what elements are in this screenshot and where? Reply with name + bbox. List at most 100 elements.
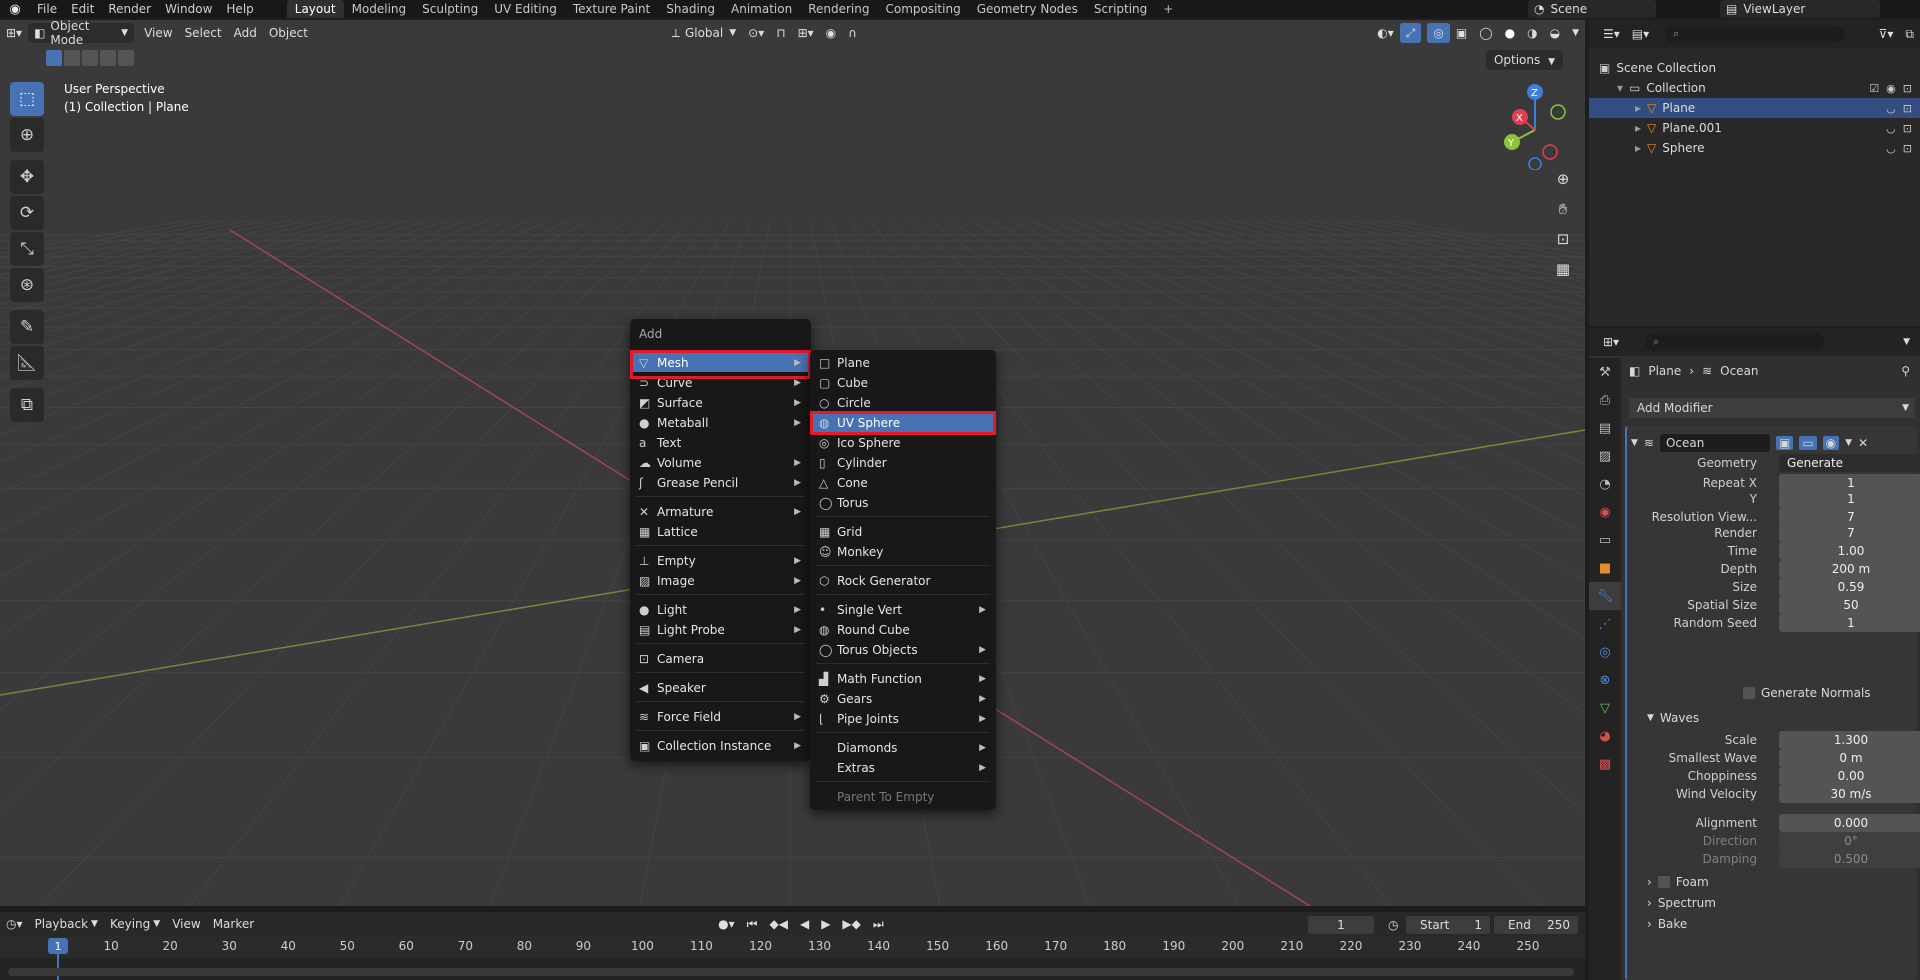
- snap-target-icon[interactable]: ⊞▾: [792, 23, 820, 43]
- property-field[interactable]: Generate: [1779, 454, 1920, 472]
- add-menu-item-text[interactable]: a Text: [632, 433, 809, 452]
- tab-texture-paint[interactable]: Texture Paint: [565, 0, 658, 18]
- shading-rendered-icon[interactable]: ◒: [1544, 23, 1566, 43]
- add-menu-item-armature[interactable]: ✕ Armature ▶: [632, 502, 809, 521]
- mesh-menu-item-math-function[interactable]: ▟ Math Function ▶: [812, 669, 994, 688]
- current-frame-badge[interactable]: 1: [48, 938, 68, 954]
- section-header-bake[interactable]: › Bake: [1647, 917, 1687, 931]
- collapse-chevron-icon[interactable]: ▼: [1631, 438, 1638, 448]
- tab-scripting[interactable]: Scripting: [1086, 0, 1155, 18]
- checkbox-icon[interactable]: ☑: [1869, 82, 1879, 95]
- property-field[interactable]: 0.00: [1779, 767, 1920, 785]
- jump-next-keyframe-icon[interactable]: ▶◆: [836, 914, 866, 934]
- menu-file[interactable]: File: [30, 0, 64, 18]
- add-modifier-button[interactable]: Add Modifier ▼: [1629, 398, 1915, 418]
- material-tab-icon[interactable]: ◕: [1589, 722, 1621, 750]
- add-menu-item-light[interactable]: ● Light ▶: [632, 600, 809, 619]
- outliner-editor-type-icon[interactable]: ☰▾: [1597, 24, 1626, 44]
- data-tab-icon[interactable]: ▽: [1589, 694, 1621, 722]
- properties-editor-type-icon[interactable]: ⊞▾: [1597, 332, 1625, 352]
- view-layer-tab-icon[interactable]: ▨: [1589, 442, 1621, 470]
- falloff-icon[interactable]: ∩: [842, 23, 863, 43]
- outliner-row[interactable]: ▸ ▽ Plane ◡ ⊡: [1589, 98, 1920, 118]
- property-field[interactable]: 1: [1779, 490, 1920, 508]
- tool-tab-icon[interactable]: ⚒: [1589, 358, 1621, 386]
- add-menu-item-metaball[interactable]: ● Metaball ▶: [632, 413, 809, 432]
- camera-icon[interactable]: ⊡: [1903, 82, 1912, 95]
- outliner-row[interactable]: ▸ ▽ Plane.001 ◡ ⊡: [1589, 118, 1920, 138]
- playhead[interactable]: [57, 954, 59, 980]
- add-menu-item-surface[interactable]: ◩ Surface ▶: [632, 393, 809, 412]
- tab-geometry-nodes[interactable]: Geometry Nodes: [969, 0, 1086, 18]
- cursor-tool-icon[interactable]: ⊕: [10, 118, 44, 152]
- select-box-tool-icon[interactable]: ⬚: [10, 82, 44, 116]
- mesh-menu-item-grid[interactable]: ▦ Grid: [812, 522, 994, 541]
- modifier-tab-icon[interactable]: 🔧︎: [1589, 582, 1621, 610]
- mesh-menu-item-rock-generator[interactable]: ⬡ Rock Generator: [812, 571, 994, 590]
- record-keyframe-icon[interactable]: ●▾: [712, 914, 741, 934]
- expand-chevron-right-icon[interactable]: ▸: [1635, 101, 1641, 115]
- tab-uv-editing[interactable]: UV Editing: [486, 0, 565, 18]
- start-frame-field[interactable]: Start 1: [1406, 916, 1490, 934]
- scene-tab-icon[interactable]: ◔: [1589, 470, 1621, 498]
- camera-icon[interactable]: ⊡: [1903, 122, 1912, 135]
- property-field[interactable]: 0.59: [1779, 578, 1920, 596]
- tab-animation[interactable]: Animation: [723, 0, 800, 18]
- timeline-menu-view[interactable]: View: [166, 914, 206, 934]
- add-menu-item-empty[interactable]: ⊥ Empty ▶: [632, 551, 809, 570]
- render-toggle-icon[interactable]: ◉: [1822, 436, 1840, 450]
- viewport-menu-object[interactable]: Object: [263, 23, 314, 43]
- outliner-row[interactable]: ▣ Scene Collection: [1589, 58, 1920, 78]
- mesh-menu-item-cylinder[interactable]: ▯ Cylinder: [812, 453, 994, 472]
- shading-wireframe-icon[interactable]: ◯: [1473, 23, 1498, 43]
- menu-edit[interactable]: Edit: [64, 0, 101, 18]
- add-menu-item-image[interactable]: ▨ Image ▶: [632, 571, 809, 590]
- timeline-menu-playback[interactable]: Playback ▼: [29, 914, 104, 934]
- add-menu-item-collection-instance[interactable]: ▣ Collection Instance ▶: [632, 736, 809, 755]
- property-field[interactable]: 0 m: [1779, 749, 1920, 767]
- shading-options-icon[interactable]: ▼: [1566, 23, 1585, 43]
- viewport-menu-select[interactable]: Select: [179, 23, 228, 43]
- navigation-gizmo[interactable]: Z Y X: [1490, 80, 1570, 170]
- add-menu-item-force-field[interactable]: ≋ Force Field ▶: [632, 707, 809, 726]
- property-field[interactable]: 30 m/s: [1779, 785, 1920, 803]
- mesh-menu-item-gears[interactable]: ⚙ Gears ▶: [812, 689, 994, 708]
- gizmo-toggle-icon[interactable]: ⤢: [1399, 23, 1422, 43]
- measure-tool-icon[interactable]: 📐︎: [10, 346, 44, 380]
- modifier-name-field[interactable]: Ocean: [1659, 434, 1770, 452]
- property-field[interactable]: 7: [1779, 524, 1920, 542]
- add-menu-item-light-probe[interactable]: ▤ Light Probe ▶: [632, 620, 809, 639]
- property-field[interactable]: 1.300: [1779, 731, 1920, 749]
- outliner-row[interactable]: ▸ ▽ Sphere ◡ ⊡: [1589, 138, 1920, 158]
- property-field[interactable]: 50: [1779, 596, 1920, 614]
- tab-shading[interactable]: Shading: [658, 0, 723, 18]
- hide-icon[interactable]: ◡: [1886, 102, 1896, 115]
- menu-render[interactable]: Render: [101, 0, 158, 18]
- mesh-menu-item-ico-sphere[interactable]: ◎ Ico Sphere: [812, 433, 994, 452]
- mesh-menu-item-torus[interactable]: ◯ Torus: [812, 493, 994, 512]
- mesh-menu-item-cube[interactable]: ▢ Cube: [812, 373, 994, 392]
- tab-rendering[interactable]: Rendering: [800, 0, 877, 18]
- new-collection-icon[interactable]: ⧉: [1899, 24, 1920, 44]
- view-layer-selector[interactable]: ▤ ViewLayer: [1720, 0, 1880, 18]
- expand-chevron-down-icon[interactable]: ▾: [1617, 81, 1623, 95]
- properties-search-input[interactable]: ⌕: [1645, 333, 1826, 351]
- jump-prev-keyframe-icon[interactable]: ◆◀: [763, 914, 793, 934]
- transform-tool-icon[interactable]: ⊛: [10, 268, 44, 302]
- section-header-foam[interactable]: › Foam: [1647, 875, 1709, 889]
- add-workspace-button[interactable]: +: [1155, 2, 1181, 16]
- orthographic-grid-icon[interactable]: ▦: [1550, 256, 1576, 282]
- play-icon[interactable]: ▶: [815, 914, 836, 934]
- proportional-editing-icon[interactable]: ◉: [820, 23, 842, 43]
- xray-icon[interactable]: ▣: [1450, 23, 1473, 43]
- add-menu-item-volume[interactable]: ☁ Volume ▶: [632, 453, 809, 472]
- outliner-row[interactable]: ▾ ▭ Collection ☑ ◉ ⊡: [1589, 78, 1920, 98]
- select-subtract-icon[interactable]: [82, 50, 98, 66]
- object-tab-icon[interactable]: ■: [1589, 554, 1621, 582]
- add-menu-item-grease-pencil[interactable]: ʃ Grease Pencil ▶: [632, 473, 809, 492]
- blender-logo-icon[interactable]: ◉: [0, 0, 30, 18]
- overlay-toggle-icon[interactable]: ◎: [1427, 23, 1450, 43]
- add-menu-item-camera[interactable]: ⊡ Camera: [632, 649, 809, 668]
- snap-icon[interactable]: ⊓: [770, 23, 791, 43]
- end-frame-field[interactable]: End 250: [1494, 916, 1578, 934]
